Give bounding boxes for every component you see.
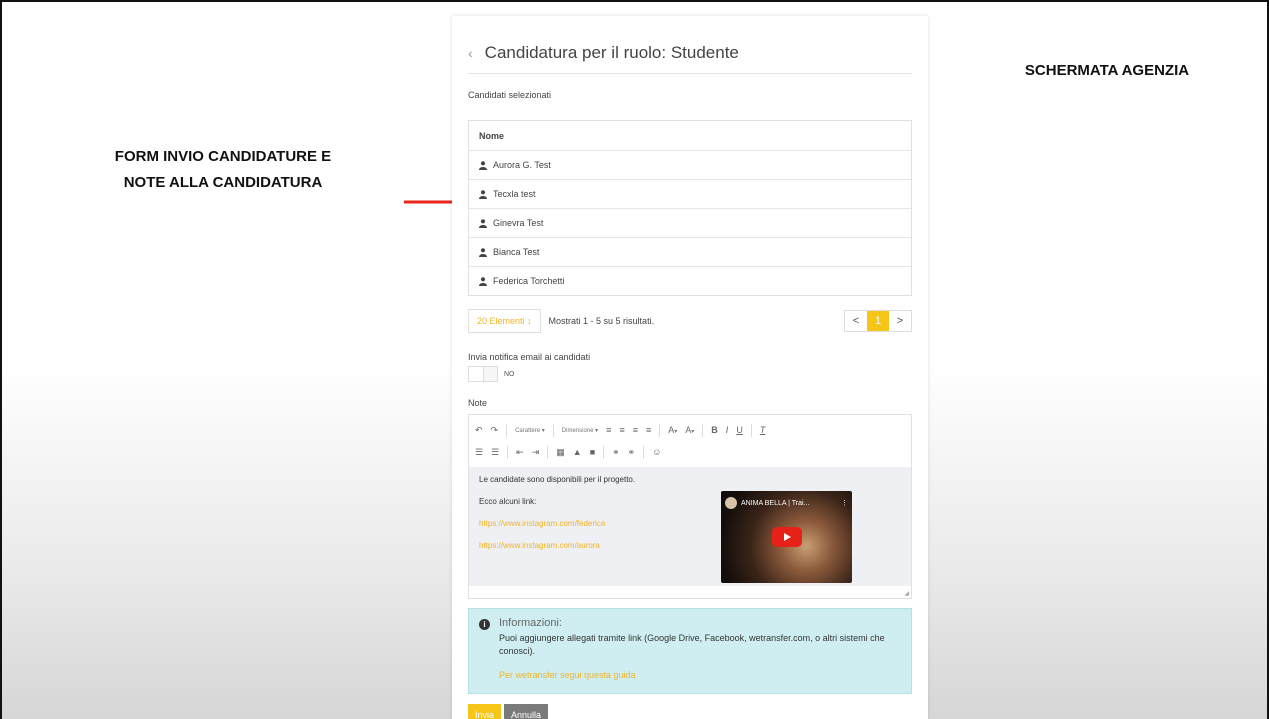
email-notification-label: Invia notifica email ai candidati [468,352,591,362]
image-icon[interactable]: ▲ [573,447,582,457]
outdent-icon[interactable]: ⇤ [516,447,524,458]
user-icon [479,218,489,228]
left-caption-line-1: FORM INVIO CANDIDATURE E [114,148,332,165]
candidates-table: Nome Aurora G. Test Tecxla test Ginevra … [468,120,912,296]
page-header: ‹ Candidatura per il ruolo: Studente [468,32,912,74]
column-header-name: Nome [479,130,505,141]
note-label: Note [468,398,488,408]
candidate-name: Federica Torchetti [493,276,565,286]
ordered-list-icon[interactable]: ☰ [475,447,483,458]
selected-candidates-label: Candidati selezionati [468,90,552,100]
font-family-dropdown[interactable]: Carattere ▾ [515,427,545,434]
align-left-icon[interactable]: ≡ [606,425,611,435]
pager: < 1 > [844,310,912,332]
table-row[interactable]: Bianca Test [469,237,911,266]
submit-button[interactable]: Invia [468,704,502,719]
align-right-icon[interactable]: ≡ [633,425,638,435]
info-icon: i [479,619,490,630]
pagination-bar: 20 Elementi ↕ Mostrati 1 - 5 su 5 risult… [468,309,912,333]
results-summary: Mostrati 1 - 5 su 5 risultati. [548,316,655,326]
bold-icon[interactable]: B [711,425,718,435]
redo-icon[interactable]: ↷ [491,425,499,436]
table-icon[interactable]: ▦ [556,447,565,458]
embedded-video[interactable]: ANIMA BELLA | Trai... ⋮ [721,491,852,583]
slide: FORM INVIO CANDIDATURE E NOTE ALLA CANDI… [0,0,1269,719]
editor-content[interactable]: Le candidate sono disponibili per il pro… [469,467,911,586]
user-icon [479,276,489,286]
table-header: Nome [469,121,911,150]
page-title: Candidatura per il ruolo: Studente [484,42,739,62]
form-actions: Invia Annulla [468,704,549,719]
undo-icon[interactable]: ↶ [475,425,483,436]
candidate-name: Ginevra Test [493,218,544,228]
left-caption: FORM INVIO CANDIDATURE E NOTE ALLA CANDI… [62,144,384,196]
clear-format-icon[interactable]: T [760,425,766,435]
video-menu-icon[interactable]: ⋮ [841,499,848,507]
play-button-icon[interactable] [772,527,802,547]
email-notification-toggle[interactable]: NO [468,366,515,382]
text-color-icon[interactable]: A▾ [668,425,677,435]
link-icon[interactable]: ⚭ [612,447,620,458]
unlink-icon[interactable]: ⚭ [628,447,636,458]
toggle-state-label: NO [504,370,515,378]
application-form-panel: ‹ Candidatura per il ruolo: Studente Can… [452,16,928,719]
candidate-name: Tecxla test [493,189,536,199]
indent-icon[interactable]: ⇥ [532,447,540,458]
rich-text-editor[interactable]: ↶ ↷ Carattere ▾ Dimensione ▾ ≡ ≡ ≡ ≡ A▾ … [468,414,912,599]
candidate-name: Bianca Test [493,247,540,257]
table-row[interactable]: Tecxla test [469,179,911,208]
italic-icon[interactable]: I [726,425,729,435]
note-line-1: Le candidate sono disponibili per il pro… [479,475,636,484]
channel-avatar [725,497,737,509]
editor-toolbar: ↶ ↷ Carattere ▾ Dimensione ▾ ≡ ≡ ≡ ≡ A▾ … [469,415,911,467]
prev-page-button[interactable]: < [845,311,867,331]
next-page-button[interactable]: > [889,311,911,331]
toggle-track[interactable] [468,366,498,382]
emoji-icon[interactable]: ☺ [652,447,661,457]
table-row[interactable]: Ginevra Test [469,208,911,237]
page-button-1[interactable]: 1 [867,311,889,331]
info-title: Informazioni: [499,617,562,629]
user-icon [479,247,489,257]
resize-handle-icon[interactable]: ◢ [904,590,909,597]
right-caption: SCHERMATA AGENZIA [1024,62,1190,79]
info-box: i Informazioni: Puoi aggiungere allegati… [468,608,912,694]
highlight-color-icon[interactable]: A▾ [685,425,694,435]
video-title: ANIMA BELLA | Trai... [741,499,810,507]
underline-icon[interactable]: U [736,425,743,435]
chevron-left-icon[interactable]: ‹ [468,45,473,61]
user-icon [479,189,489,199]
font-size-dropdown[interactable]: Dimensione ▾ [562,427,598,434]
align-justify-icon[interactable]: ≡ [646,425,651,435]
user-icon [479,160,489,170]
items-per-page-select[interactable]: 20 Elementi ↕ [468,309,541,333]
video-icon[interactable]: ■ [590,447,595,457]
candidate-name: Aurora G. Test [493,160,551,170]
cancel-button[interactable]: Annulla [504,704,549,719]
table-row[interactable]: Federica Torchetti [469,266,911,295]
bullet-list-icon[interactable]: ☰ [491,447,499,458]
table-row[interactable]: Aurora G. Test [469,150,911,179]
left-caption-line-2: NOTE ALLA CANDIDATURA [123,174,323,191]
wetransfer-guide-link[interactable]: Per wetransfer segui questa guida [499,670,901,680]
align-center-icon[interactable]: ≡ [619,425,624,435]
info-text: Puoi aggiungere allegati tramite link (G… [499,633,885,656]
